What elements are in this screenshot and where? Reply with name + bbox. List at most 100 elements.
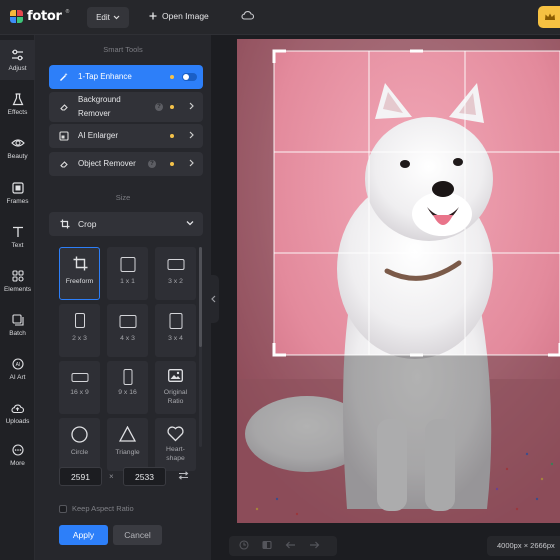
edit-menu-button[interactable]: Edit — [87, 7, 129, 28]
adjust-panel: Smart Tools 1-Tap Enhance Background Rem… — [35, 35, 211, 560]
svg-text:AI: AI — [15, 362, 20, 368]
tool-ai-enlarger[interactable]: AI Enlarger — [49, 124, 203, 148]
ratio-label: 2 x 3 — [72, 335, 87, 342]
rail-label: Frames — [6, 198, 29, 205]
ratio-portrait-icon — [169, 313, 182, 329]
crop-icon — [60, 219, 70, 231]
logo-text: fotor — [27, 9, 62, 24]
tool-1-tap-enhance[interactable]: 1-Tap Enhance — [49, 65, 203, 89]
rail-item-batch[interactable]: Batch — [0, 305, 35, 345]
width-input[interactable] — [59, 467, 102, 486]
open-image-label: Open Image — [162, 11, 209, 21]
chevron-down-icon — [186, 218, 194, 230]
ratio-freeform[interactable]: Freeform — [59, 247, 100, 300]
ratio-label: 4 x 3 — [120, 335, 135, 342]
rail-label: Adjust — [8, 65, 27, 72]
swap-dimensions-icon[interactable] — [178, 471, 189, 482]
ratio-2x3[interactable]: 2 x 3 — [59, 304, 100, 357]
rail-item-beauty[interactable]: Beauty — [0, 128, 35, 168]
image-icon — [168, 369, 183, 382]
ratio-tall-icon — [123, 369, 132, 385]
ratio-label-line2: shape — [166, 455, 185, 462]
ratio-label: 1 x 1 — [120, 278, 135, 285]
tool-object-remover[interactable]: Object Remover ? — [49, 152, 203, 176]
height-input[interactable] — [123, 467, 166, 486]
scrollbar-thumb[interactable] — [199, 247, 202, 347]
ratio-16x9[interactable]: 16 x 9 — [59, 361, 100, 414]
ratio-heart[interactable]: Heart- shape — [155, 418, 196, 471]
ratio-scrollbar[interactable] — [199, 247, 202, 447]
rail-item-uploads[interactable]: Uploads — [0, 393, 35, 433]
ratio-label: 3 x 4 — [168, 335, 183, 342]
ratio-3x2[interactable]: 3 x 2 — [155, 247, 196, 300]
cancel-button[interactable]: Cancel — [113, 525, 162, 545]
ratio-4x3[interactable]: 4 x 3 — [107, 304, 148, 357]
eraser-icon — [59, 159, 69, 169]
ratio-label: Triangle — [115, 449, 140, 456]
help-icon[interactable]: ? — [148, 160, 156, 168]
rail-item-text[interactable]: Text — [0, 217, 35, 257]
premium-dot — [170, 75, 174, 79]
image-size-label: 4000px × 2666px — [487, 536, 560, 556]
crop-overlay[interactable] — [237, 39, 560, 523]
logo-mark-icon — [10, 10, 23, 23]
left-icon-rail: Adjust Effects Beauty Frames Text Elemen… — [0, 35, 35, 560]
keep-aspect-checkbox[interactable] — [59, 504, 67, 513]
enhance-toggle[interactable] — [182, 73, 197, 81]
history-icon[interactable] — [239, 540, 249, 552]
rail-label: Batch — [9, 330, 26, 337]
frame-icon — [11, 180, 24, 196]
ratio-1x1[interactable]: 1 x 1 — [107, 247, 148, 300]
keep-aspect-ratio-row[interactable]: Keep Aspect Ratio — [59, 504, 134, 513]
ratio-label: 16 x 9 — [70, 389, 89, 396]
smart-tools-title: Smart Tools — [103, 45, 143, 54]
compare-icon[interactable] — [262, 540, 272, 552]
chevron-right-icon — [189, 102, 194, 112]
premium-dot — [170, 134, 174, 138]
canvas-bottom-bar: 4000px × 2666px — [219, 533, 560, 560]
rail-label: AI Art — [9, 374, 26, 381]
ratio-label: 9 x 16 — [118, 389, 137, 396]
apply-button[interactable]: Apply — [59, 525, 108, 545]
rail-item-elements[interactable]: Elements — [0, 261, 35, 301]
more-icon — [11, 442, 24, 458]
chevron-left-icon — [211, 295, 216, 303]
triangle-icon — [119, 426, 136, 442]
rail-item-frames[interactable]: Frames — [0, 173, 35, 213]
times-symbol: × — [109, 472, 114, 481]
rail-item-ai-art[interactable]: AI AI Art — [0, 349, 35, 389]
rail-item-more[interactable]: More — [0, 435, 35, 475]
ratio-9x16[interactable]: 9 x 16 — [107, 361, 148, 414]
ratio-circle[interactable]: Circle — [59, 418, 100, 471]
logo-registered-mark: ® — [65, 8, 70, 15]
rail-label: Elements — [3, 286, 32, 293]
rail-item-adjust[interactable]: Adjust — [0, 40, 35, 80]
photo[interactable] — [237, 39, 560, 523]
upgrade-pro-button[interactable] — [538, 6, 560, 28]
rail-label: Effects — [7, 109, 28, 116]
redo-icon[interactable] — [309, 541, 320, 551]
fotor-logo[interactable]: fotor ® — [10, 9, 69, 24]
ratio-triangle[interactable]: Triangle — [107, 418, 148, 471]
magic-wand-icon — [59, 72, 69, 82]
rail-label: Uploads — [5, 418, 30, 425]
ratio-label-line2: Ratio — [167, 398, 184, 405]
cloud-icon[interactable] — [241, 10, 255, 22]
upload-icon — [11, 400, 24, 416]
ratio-3x4[interactable]: 3 x 4 — [155, 304, 196, 357]
premium-dot — [170, 105, 174, 109]
chevron-down-icon — [113, 15, 120, 20]
rail-item-effects[interactable]: Effects — [0, 84, 35, 124]
ratio-label: 3 x 2 — [168, 278, 183, 285]
crop-dropdown[interactable]: Crop — [49, 212, 203, 236]
ratio-square-icon — [120, 257, 135, 272]
enlarge-icon — [59, 131, 69, 141]
chevron-right-icon — [189, 131, 194, 141]
tool-background-remover[interactable]: Background Remover ? — [49, 92, 203, 122]
tool-label: AI Enlarger — [78, 131, 119, 140]
undo-icon[interactable] — [285, 541, 296, 551]
open-image-button[interactable]: Open Image — [149, 11, 209, 21]
ratio-original[interactable]: Original Ratio — [155, 361, 196, 414]
help-icon[interactable]: ? — [155, 103, 163, 111]
collapse-panel-handle[interactable] — [208, 275, 219, 323]
